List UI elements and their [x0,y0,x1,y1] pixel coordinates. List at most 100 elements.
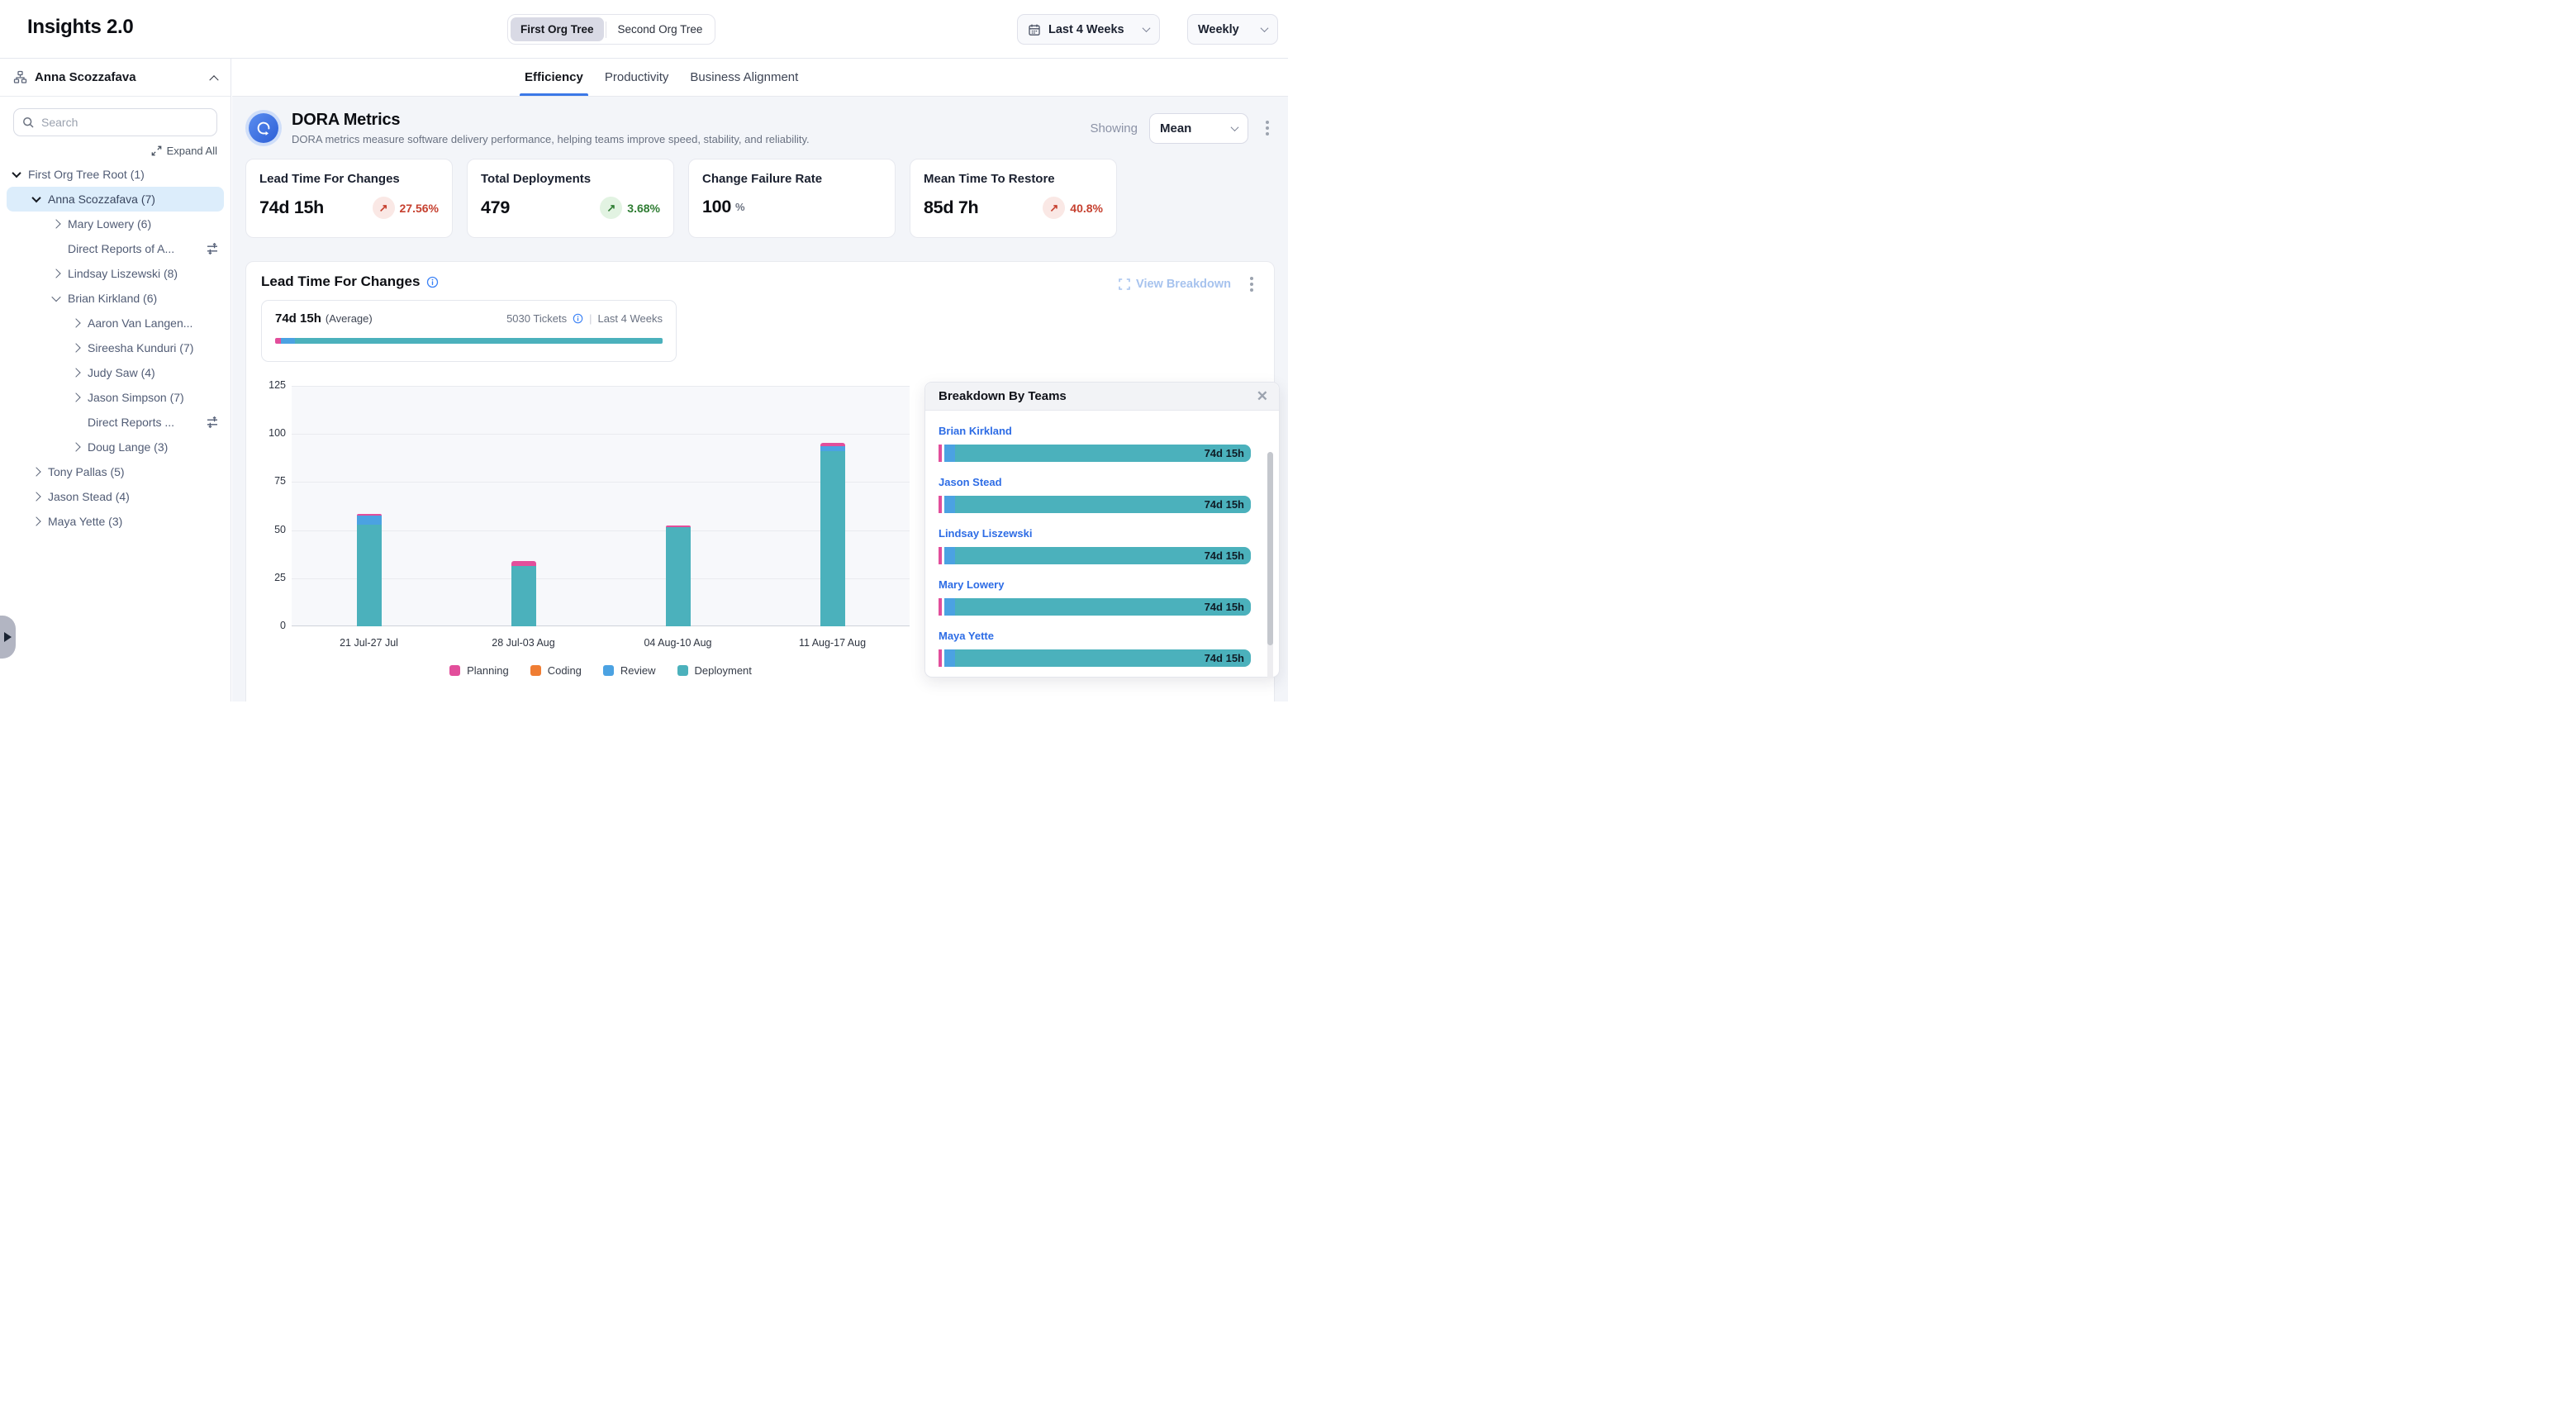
deployment-segment: 74d 15h [955,496,1251,513]
tree-item-jason-simpson[interactable]: Jason Simpson (7) [7,385,224,410]
legend-item-planning[interactable]: Planning [449,664,509,677]
stacked-bar-1[interactable] [357,514,382,626]
metric-value: 74d 15h [259,197,324,218]
chevron-down-icon[interactable] [31,193,40,202]
expand-all-button[interactable]: Expand All [13,145,217,157]
chevron-right-icon[interactable] [71,368,80,377]
y-axis-tick-label: 50 [254,524,286,535]
tree-item-mary-lowery[interactable]: Mary Lowery (6) [7,212,224,236]
chevron-right-icon[interactable] [71,442,80,451]
y-axis-tick-label: 100 [254,427,286,439]
tree-item-jason-stead[interactable]: Jason Stead (4) [7,484,224,509]
team-name-link[interactable]: Lindsay Liszewski [939,527,1032,540]
sidebar-search[interactable] [13,108,217,136]
breakdown-row: Mary Lowery 74d 15h [939,578,1251,616]
legend-item-coding[interactable]: Coding [530,664,582,677]
tree-item-label: Tony Pallas (5) [48,465,125,478]
granularity-select[interactable]: Weekly [1187,14,1278,45]
breakdown-row: Jason Stead 74d 15h [939,475,1251,513]
metric-title: Mean Time To Restore [924,172,1103,186]
team-value: 74d 15h [1205,549,1244,562]
date-range-select[interactable]: Last 4 Weeks [1017,14,1160,45]
calendar-icon [1028,23,1041,36]
review-segment [944,445,955,462]
y-axis-tick-label: 125 [254,379,286,391]
tree-item-lindsay-liszewski[interactable]: Lindsay Liszewski (8) [7,261,224,286]
scrollbar-track[interactable] [1267,452,1273,678]
tree-item-sireesha-kunduri[interactable]: Sireesha Kunduri (7) [7,335,224,360]
trend-badge: ↗ 40.8% [1043,197,1103,219]
chevron-right-icon[interactable] [31,516,40,526]
tree-item-label: Jason Simpson (7) [88,391,184,404]
tree-item-label: Jason Stead (4) [48,490,130,503]
chevron-right-icon[interactable] [71,343,80,352]
review-segment [357,516,382,524]
chevron-down-icon[interactable] [12,169,21,178]
tree-item-doug-lange[interactable]: Doug Lange (3) [7,435,224,459]
tree-item-first-org-tree-root[interactable]: First Org Tree Root (1) [7,162,224,187]
x-axis-tick-label: 04 Aug-10 Aug [601,637,755,649]
sidebar-collapse-handle[interactable] [0,616,16,659]
team-phase-bar[interactable]: 74d 15h [939,598,1251,616]
tree-item-anna-scozzafava[interactable]: Anna Scozzafava (7) [7,187,224,212]
filter-settings-icon[interactable] [206,242,219,255]
review-segment [944,598,955,616]
tree-item-label: Sireesha Kunduri (7) [88,341,193,354]
chevron-right-icon[interactable] [51,269,60,278]
expand-all-label: Expand All [167,145,217,157]
team-name-link[interactable]: Mary Lowery [939,578,1004,591]
aggregation-select[interactable]: Mean [1149,113,1248,144]
chevron-right-icon[interactable] [71,392,80,402]
chevron-right-icon[interactable] [71,318,80,327]
deployment-segment: 74d 15h [955,649,1251,667]
search-input[interactable] [41,116,208,129]
dora-kebab-menu[interactable] [1260,119,1275,137]
tree-item-tony-pallas[interactable]: Tony Pallas (5) [7,459,224,484]
deployment-segment [357,525,382,626]
chevron-right-icon[interactable] [31,492,40,501]
team-phase-bar[interactable]: 74d 15h [939,649,1251,667]
tab-productivity[interactable]: Productivity [605,59,669,96]
tree-item-maya-yette[interactable]: Maya Yette (3) [7,509,224,534]
stacked-bar-2[interactable] [511,561,536,626]
toggle-first-org-tree[interactable]: First Org Tree [511,17,604,41]
stacked-bar-3[interactable] [666,526,691,626]
toggle-second-org-tree[interactable]: Second Org Tree [608,17,713,41]
team-name-link[interactable]: Brian Kirkland [939,425,1012,437]
breakdown-row: Maya Yette 74d 15h [939,629,1251,667]
chevron-down-icon [1261,24,1269,32]
team-phase-bar[interactable]: 74d 15h [939,547,1251,564]
metric-unit: % [735,201,745,213]
scrollbar-thumb[interactable] [1267,452,1273,645]
tree-item-aaron-van-langen[interactable]: Aaron Van Langen... [7,311,224,335]
stacked-bar-4[interactable] [820,443,845,626]
legend-item-review[interactable]: Review [603,664,656,677]
review-segment [820,446,845,451]
team-name-link[interactable]: Jason Stead [939,476,1002,488]
team-value: 74d 15h [1205,447,1244,459]
team-phase-bar[interactable]: 74d 15h [939,496,1251,513]
tree-item-judy-saw[interactable]: Judy Saw (4) [7,360,224,385]
close-icon[interactable]: ✕ [1257,389,1268,403]
chevron-right-icon[interactable] [31,467,40,476]
tab-business-alignment[interactable]: Business Alignment [690,59,798,96]
org-tree: First Org Tree Root (1) Anna Scozzafava … [0,162,231,534]
chevron-down-icon[interactable] [51,292,60,302]
metric-title: Change Failure Rate [702,172,882,186]
chevron-right-icon[interactable] [51,219,60,228]
metric-value: 85d 7h [924,197,978,218]
team-name-link[interactable]: Maya Yette [939,630,994,642]
tab-efficiency[interactable]: Efficiency [525,59,583,96]
card-change-failure-rate: Change Failure Rate 100 % [688,159,896,238]
team-phase-bar[interactable]: 74d 15h [939,445,1251,462]
trend-badge: ↗ 3.68% [600,197,660,219]
sidebar-header[interactable]: Anna Scozzafava [0,59,231,97]
chevron-up-icon[interactable] [209,75,218,84]
planning-segment [820,443,845,447]
legend-item-deployment[interactable]: Deployment [677,664,752,677]
tree-item-direct-reports-of-brian[interactable]: Direct Reports ... [7,410,224,435]
tree-item-label: Doug Lange (3) [88,440,168,454]
filter-settings-icon[interactable] [206,416,219,429]
tree-item-brian-kirkland[interactable]: Brian Kirkland (6) [7,286,224,311]
tree-item-direct-reports-of-anna[interactable]: Direct Reports of A... [7,236,224,261]
